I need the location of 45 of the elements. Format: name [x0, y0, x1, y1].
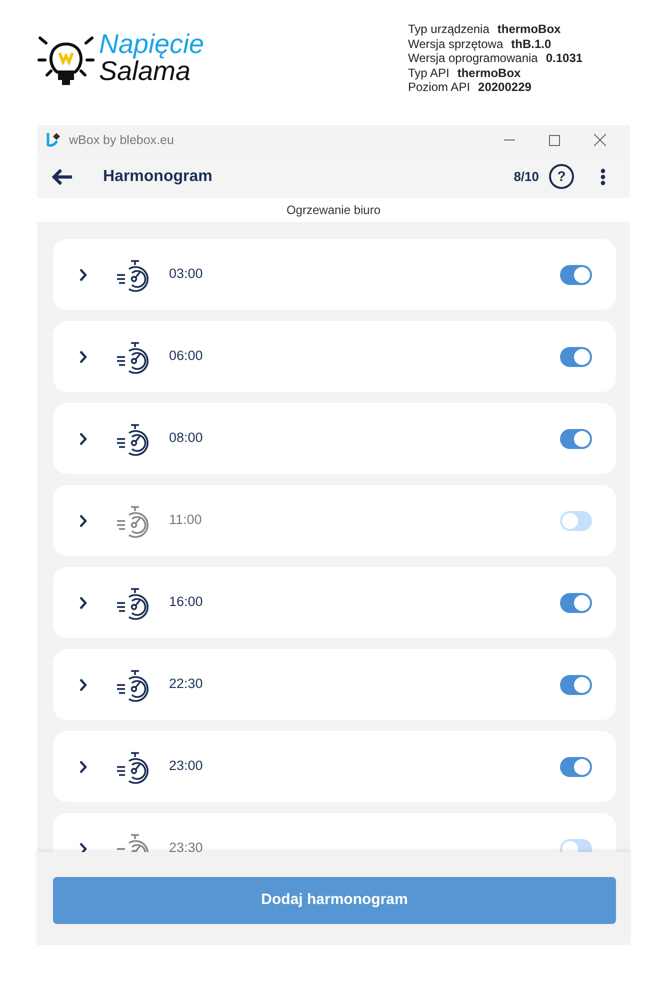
chevron-icon[interactable] — [79, 596, 87, 610]
device-name: Ogrzewanie biuro — [286, 203, 381, 217]
chevron-icon[interactable] — [79, 432, 87, 446]
toggle-switch[interactable] — [560, 428, 592, 448]
page-title: Harmonogram — [103, 166, 212, 186]
info-label: Wersja oprogramowania — [408, 51, 538, 66]
logo-text: Napięcie — [99, 31, 204, 58]
schedule-time: 06:00 — [169, 347, 203, 366]
toggle-switch[interactable] — [560, 510, 592, 530]
chevron-icon[interactable] — [79, 268, 87, 282]
schedule-time: 08:00 — [169, 429, 203, 448]
chevron-icon[interactable] — [79, 760, 87, 774]
maximize-icon[interactable] — [549, 134, 560, 146]
info-value: thermoBox — [497, 22, 561, 36]
chevron-icon[interactable] — [79, 350, 87, 364]
schedule-time: 11:00 — [169, 511, 202, 530]
info-value: thB.1.0 — [511, 36, 552, 51]
info-label: Typ API — [408, 66, 450, 80]
info-value: 0.1031 — [546, 51, 583, 66]
toggle-switch[interactable] — [560, 592, 592, 612]
more-menu-icon[interactable] — [600, 168, 606, 186]
info-value: thermoBox — [457, 66, 521, 80]
window-title: wBox by blebox.eu — [69, 132, 174, 149]
schedule-time: 23:00 — [169, 757, 203, 776]
info-value: 20200229 — [478, 80, 532, 94]
schedule-time: 03:00 — [169, 265, 203, 284]
close-icon[interactable] — [594, 134, 606, 146]
back-arrow-icon[interactable] — [51, 168, 73, 186]
chevron-icon[interactable] — [79, 514, 87, 528]
app-logo-icon — [45, 132, 61, 148]
info-label: Typ urządzenia — [408, 22, 490, 36]
schedule-time: 22:30 — [169, 675, 203, 694]
logo-text: Salama — [99, 58, 191, 85]
minimize-icon[interactable] — [504, 139, 515, 141]
chevron-icon[interactable] — [79, 678, 87, 692]
info-label: Poziom API — [408, 80, 470, 94]
info-label: Wersja sprzętowa — [408, 36, 504, 51]
toggle-switch[interactable] — [560, 674, 592, 694]
chevron-icon[interactable] — [79, 842, 87, 852]
toggle-switch[interactable] — [560, 756, 592, 776]
schedule-time: 16:00 — [169, 593, 203, 612]
help-button[interactable]: ? — [549, 164, 574, 189]
toggle-switch[interactable] — [560, 264, 592, 284]
toggle-switch[interactable] — [560, 346, 592, 366]
schedule-count: 8/10 — [514, 168, 539, 186]
